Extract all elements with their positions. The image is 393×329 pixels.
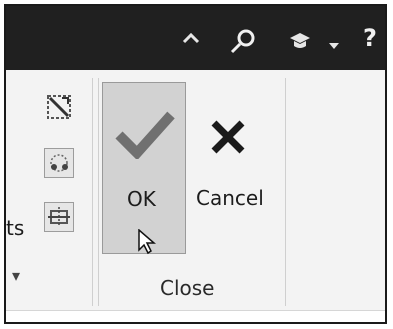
chevron-up-icon[interactable]	[182, 30, 200, 49]
checkmark-icon	[115, 109, 175, 163]
app-window: ? ts ▾ OK Cancel Close	[4, 4, 387, 324]
group-title-close: Close	[160, 276, 215, 300]
truncated-command-label: ts	[6, 216, 25, 240]
edit-sketch-button[interactable]	[42, 90, 76, 124]
mouse-cursor-icon	[137, 228, 159, 259]
ribbon-separator	[92, 78, 93, 306]
ribbon-separator	[285, 78, 286, 306]
constraint-tool-button[interactable]	[44, 202, 74, 232]
ribbon-separator	[98, 78, 99, 306]
ribbon: ts ▾ OK Cancel Close	[6, 70, 385, 322]
group-expand-icon[interactable]: ▾	[12, 266, 20, 285]
points-icon	[45, 154, 73, 181]
close-icon	[210, 120, 246, 158]
cancel-button[interactable]: Cancel	[190, 82, 280, 254]
constraint-icon	[45, 207, 73, 235]
points-tool-button[interactable]	[44, 148, 74, 178]
help-icon[interactable]: ?	[363, 24, 377, 52]
title-bar: ?	[6, 6, 385, 70]
chevron-down-icon[interactable]	[328, 36, 340, 55]
sketch-icon	[42, 95, 76, 128]
ok-button[interactable]: OK	[102, 82, 186, 255]
graduation-cap-icon[interactable]	[289, 32, 311, 54]
search-icon[interactable]	[228, 26, 258, 60]
ok-label: OK	[127, 187, 156, 211]
cancel-label: Cancel	[196, 186, 264, 210]
document-area	[6, 311, 385, 322]
